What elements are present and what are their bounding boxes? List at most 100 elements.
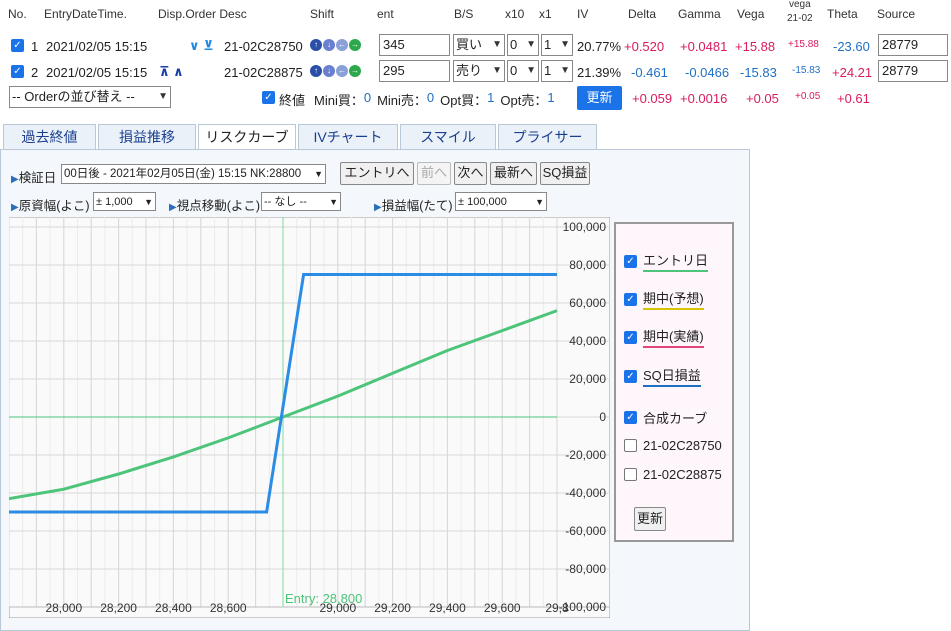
- row-2-bs-select[interactable]: 売り ▼: [453, 60, 505, 82]
- row-1-order-arrows[interactable]: ∨ ⊻: [189, 38, 214, 54]
- legend-sq-pl-checkbox[interactable]: ✓: [624, 369, 637, 383]
- shift-up-icon[interactable]: ↑: [310, 65, 322, 77]
- legend-c28875-label: 21-02C28875: [643, 467, 722, 482]
- row-1-checkbox[interactable]: ✓: [11, 39, 24, 52]
- latest-button[interactable]: 最新へ: [490, 162, 537, 185]
- legend-item-forecast[interactable]: ✓ 期中(予想): [624, 288, 704, 310]
- row-2-source-input[interactable]: 28779: [878, 60, 948, 82]
- range-select[interactable]: ± 1,000 ▼: [93, 192, 156, 211]
- verify-date-value: 00日後 - 2021年02月05日(金) 15:15 NK:28800: [64, 168, 302, 180]
- col-theta-header: Theta: [827, 7, 858, 21]
- triangle-right-icon: ▶: [169, 202, 177, 213]
- update-button[interactable]: 更新: [577, 86, 622, 110]
- verify-date-label-wrap: ▶検証日: [11, 167, 56, 186]
- closing-price-checkbox[interactable]: ✓: [262, 91, 275, 104]
- x-tick-label: 29,200: [374, 601, 411, 615]
- tab-risk-curve[interactable]: リスクカーブ: [198, 124, 296, 151]
- row-2-date: 2021/02/05 15:15: [46, 65, 148, 80]
- opt-sell-count: 1: [547, 90, 555, 105]
- row-1-theta: -23.60: [833, 39, 870, 54]
- col-x10-header: x10: [505, 7, 525, 21]
- shift-down-icon[interactable]: ↓: [323, 39, 335, 51]
- legend-item-c28875[interactable]: ✓ 21-02C28875: [624, 467, 722, 482]
- col-vega-header: Vega: [737, 7, 765, 21]
- y-tick-label: 0: [599, 410, 606, 424]
- row-2-theta: +24.21: [832, 65, 873, 80]
- triangle-right-icon: ▶: [11, 202, 19, 213]
- range-label-wrap: ▶原資幅(よこ): [11, 195, 90, 214]
- row-2-x1-select[interactable]: 1 ▼: [541, 60, 573, 82]
- total-theta: +0.61: [837, 91, 870, 106]
- pl-range-label-wrap: ▶損益幅(たて): [374, 195, 453, 214]
- col-disp-order-header[interactable]: Disp.Order Desc: [158, 7, 247, 21]
- row-1-source-input[interactable]: 28779: [878, 34, 948, 56]
- legend-entry-date-checkbox[interactable]: ✓: [624, 254, 637, 268]
- sq-pl-button[interactable]: SQ損益: [540, 162, 590, 185]
- shift-right-icon[interactable]: →: [349, 39, 361, 51]
- col-vega2-header-top: vega: [789, 0, 811, 10]
- x-tick-label: 28,200: [100, 601, 137, 615]
- row-2-bs-value: 売り: [456, 63, 483, 78]
- to-entry-button[interactable]: エントリへ: [340, 162, 414, 185]
- row-2-x10-value: 0: [510, 63, 518, 78]
- legend-forecast-checkbox[interactable]: ✓: [624, 292, 637, 306]
- row-2-vega2: -15.83: [792, 65, 821, 76]
- legend-item-composite[interactable]: ✓ 合成カーブ: [624, 408, 707, 427]
- tab-past-closing[interactable]: 過去終値: [3, 124, 96, 150]
- legend-item-sq-pl[interactable]: ✓ SQ日損益: [624, 365, 701, 387]
- tab-smile[interactable]: スマイル: [400, 124, 496, 150]
- prev-button[interactable]: 前へ: [417, 162, 451, 185]
- position-counts: Mini買： 0 Mini売： 0 Opt買： 1 Opt売： 1: [314, 90, 555, 109]
- row-2-shift-buttons: ↑ ↓ ← →: [310, 65, 361, 77]
- tab-pricer[interactable]: プライサー: [498, 124, 597, 150]
- shift-up-icon[interactable]: ↑: [310, 39, 322, 51]
- row-1-x1-value: 1: [544, 37, 552, 52]
- tab-iv-chart[interactable]: IVチャート: [298, 124, 398, 150]
- row-2-ent-input[interactable]: 295: [379, 60, 450, 82]
- row-2-checkbox[interactable]: ✓: [11, 65, 24, 78]
- legend-item-entry-date[interactable]: ✓ エントリ日: [624, 250, 709, 272]
- row-1-ent-input[interactable]: 345: [379, 34, 450, 56]
- tab-pl-transition[interactable]: 損益推移: [98, 124, 196, 150]
- risk-curve-chart[interactable]: 100,000 80,000 60,000 40,000 20,000 0 -20,000 -…: [9, 217, 610, 618]
- col-x1-header: x1: [539, 7, 552, 21]
- row-2-vega: -15.83: [740, 65, 777, 80]
- col-vega2-header-bottom: 21-02: [787, 13, 813, 24]
- x-tick-label: 29,400: [429, 601, 466, 615]
- row-2-number: 2: [31, 65, 39, 80]
- legend-item-actual[interactable]: ✓ 期中(実績): [624, 326, 704, 348]
- y-tick-label: -40,000: [565, 486, 606, 500]
- shift-down-icon[interactable]: ↓: [323, 65, 335, 77]
- row-1-bs-select[interactable]: 買い ▼: [453, 34, 505, 56]
- row-2-x10-select[interactable]: 0 ▼: [507, 60, 539, 82]
- order-sort-select[interactable]: -- Orderの並び替え -- ▼: [9, 86, 171, 108]
- pl-range-select[interactable]: ± 100,000 ▼: [455, 192, 547, 211]
- row-2-order-arrows[interactable]: ⊼ ∧: [159, 64, 184, 80]
- opt-sell-label: Opt売：: [500, 93, 548, 108]
- legend-actual-label: 期中(実績): [643, 326, 704, 348]
- total-vega: +0.05: [746, 91, 779, 106]
- col-shift-header: Shift: [310, 7, 335, 21]
- chevron-down-icon: ▼: [158, 91, 168, 102]
- x-tick-label: 29,8: [545, 601, 569, 615]
- y-tick-label: 100,000: [563, 220, 607, 234]
- row-1-x10-select[interactable]: 0 ▼: [507, 34, 539, 56]
- shift-left-icon[interactable]: ←: [336, 65, 348, 77]
- legend-composite-checkbox[interactable]: ✓: [624, 411, 637, 424]
- shift-left-icon[interactable]: ←: [336, 39, 348, 51]
- verify-date-select[interactable]: 00日後 - 2021年02月05日(金) 15:15 NK:28800 ▼: [61, 164, 326, 184]
- legend-c28875-checkbox[interactable]: ✓: [624, 468, 637, 481]
- col-entry-date-header[interactable]: EntryDateTime.: [44, 7, 127, 21]
- view-shift-select[interactable]: -- なし -- ▼: [261, 192, 341, 211]
- mini-sell-label: Mini売：: [377, 93, 427, 108]
- legend-update-button[interactable]: 更新: [634, 507, 666, 531]
- row-1-x1-select[interactable]: 1 ▼: [541, 34, 573, 56]
- total-vega2: +0.05: [795, 91, 821, 102]
- shift-right-icon[interactable]: →: [349, 65, 361, 77]
- legend-item-c28750[interactable]: ✓ 21-02C28750: [624, 438, 722, 453]
- next-button[interactable]: 次へ: [454, 162, 487, 185]
- chevron-down-icon: ▼: [492, 65, 502, 76]
- tab-bar: 過去終値 損益推移 リスクカーブ IVチャート スマイル プライサー: [0, 124, 598, 151]
- legend-actual-checkbox[interactable]: ✓: [624, 330, 637, 344]
- legend-c28750-checkbox[interactable]: ✓: [624, 439, 637, 452]
